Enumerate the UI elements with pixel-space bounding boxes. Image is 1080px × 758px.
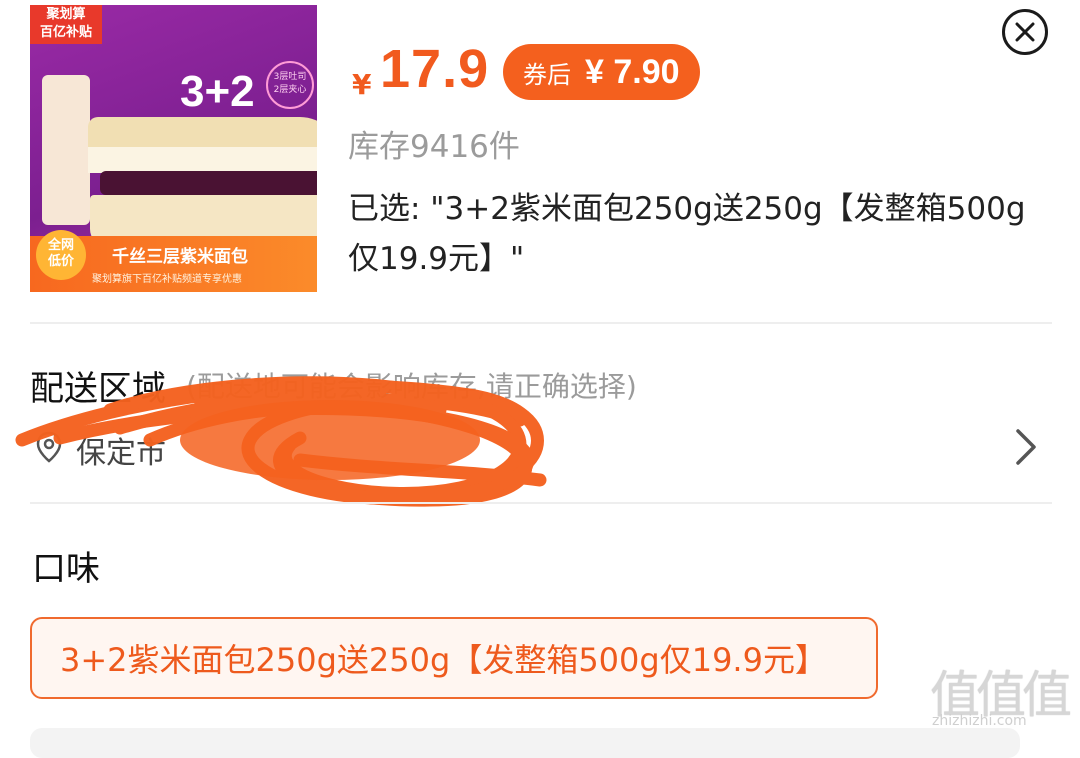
watermark: 值值值 zhizhizhi.com bbox=[930, 655, 1072, 741]
flavor-title: 口味 bbox=[32, 549, 100, 589]
flavor-option-selected[interactable]: 3+2紫米面包250g送250g【发整箱500g仅19.9元】 bbox=[30, 617, 878, 699]
flavor-option-label: 3+2紫米面包250g送250g【发整箱500g仅19.9元】 bbox=[60, 641, 827, 679]
watermark-site: zhizhizhi.com bbox=[932, 713, 1027, 729]
next-option-chip[interactable] bbox=[30, 728, 1020, 758]
divider bbox=[30, 502, 1052, 504]
